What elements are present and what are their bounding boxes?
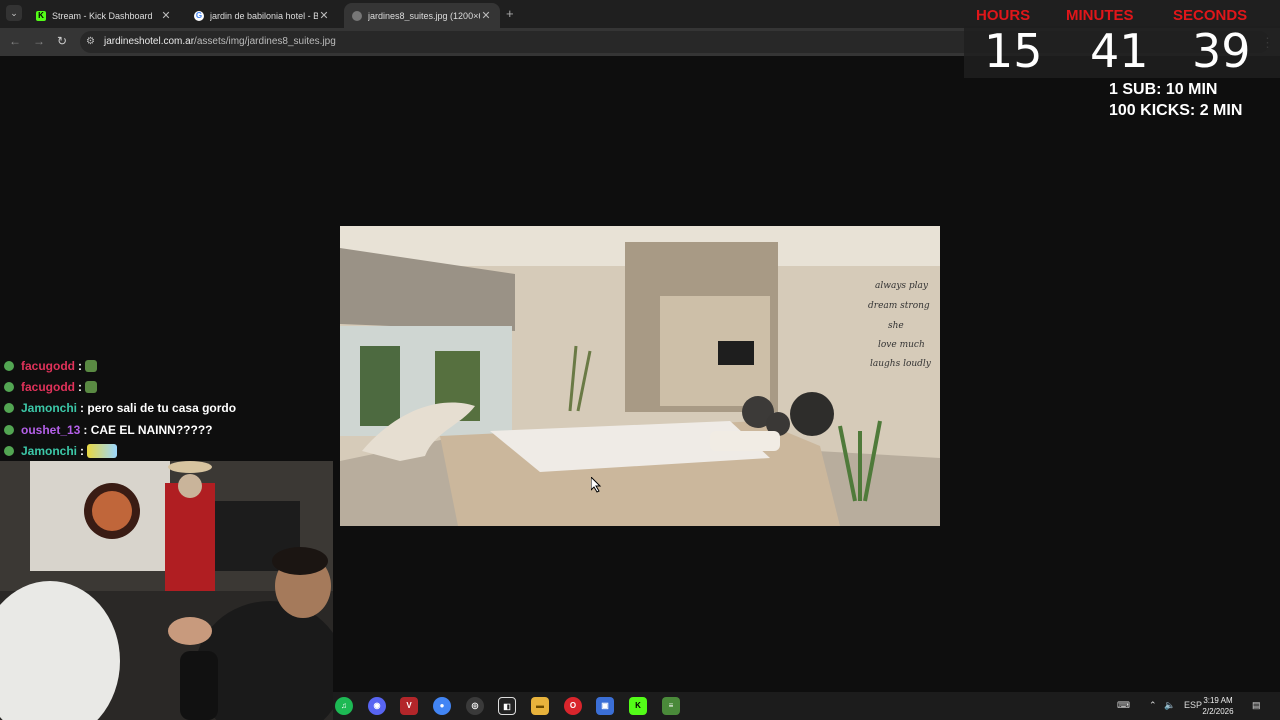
- close-icon[interactable]: ✕: [160, 9, 172, 22]
- voicemeeter-icon[interactable]: V: [400, 697, 418, 715]
- chat-separator: :: [78, 358, 82, 373]
- kicks-rule: 100 KICKS: 2 MIN: [1109, 102, 1243, 119]
- discord-icon[interactable]: ◉: [368, 697, 386, 715]
- forward-icon[interactable]: →: [33, 34, 45, 48]
- wide-emote: [87, 443, 118, 458]
- hours-label: HOURS: [976, 7, 1031, 24]
- new-tab-button[interactable]: +: [506, 6, 514, 21]
- tab-search-icon[interactable]: ⌄: [6, 5, 22, 21]
- chat-username: facugodd: [21, 358, 75, 373]
- google-icon: G: [194, 10, 204, 21]
- system-clock[interactable]: 3:19 AM 2/2/2026: [1197, 695, 1239, 717]
- keyboard-icon[interactable]: ⌨: [1117, 700, 1130, 711]
- chat-separator: :: [83, 422, 88, 437]
- hotel-suite-image: always play dream strong she love much l…: [340, 226, 940, 526]
- chat-username: Jamonchi: [21, 443, 78, 458]
- app-icon[interactable]: ▣: [596, 697, 614, 715]
- wall-text: laughs loudly: [870, 359, 931, 369]
- capcut-icon[interactable]: ◧: [498, 697, 516, 715]
- hours-value: 15: [984, 24, 1043, 78]
- opera-icon[interactable]: O: [564, 697, 582, 715]
- user-badge-icon: [4, 381, 14, 392]
- chrome-icon[interactable]: ●: [433, 697, 451, 715]
- webcam-drawing: [0, 461, 333, 720]
- chat-separator: :: [80, 443, 85, 458]
- file-explorer-icon[interactable]: ▬: [531, 697, 549, 715]
- site-info-icon[interactable]: ⚙: [86, 36, 95, 47]
- user-badge-icon: [4, 360, 14, 371]
- wall-text: always play: [875, 281, 928, 291]
- user-badge-icon: [4, 403, 14, 414]
- url-text[interactable]: jardineshotel.com.ar/assets/img/jardines…: [104, 36, 336, 47]
- tab-title: Stream - Kick Dashboard: [52, 10, 153, 21]
- chat-message: Jamonchi : pero sali de tu casa gordo: [0, 398, 335, 419]
- close-icon[interactable]: ✕: [480, 9, 492, 22]
- chevron-up-icon[interactable]: ⌃: [1149, 700, 1157, 711]
- user-badge-icon: [4, 445, 14, 456]
- clock-time: 3:19 AM: [1203, 696, 1233, 705]
- spotify-icon[interactable]: ♫: [335, 697, 353, 715]
- tab-title: jardines8_suites.jpg (1200×600): [368, 10, 480, 21]
- mouse-cursor-icon: [591, 477, 602, 493]
- wall-text: love much: [878, 340, 925, 350]
- minutes-value: 41: [1090, 24, 1149, 78]
- wall-text: dream strong: [868, 301, 930, 311]
- chat-text: CAE EL NAINN?????: [90, 422, 213, 437]
- chat-separator: :: [80, 401, 85, 416]
- taskbar: ♫ ◉ V ● ◎ ◧ ▬ O ▣ K ≡ ⌨ ⌃ 🔈 ESP ▤: [333, 692, 1280, 720]
- chat-message: facugodd :: [0, 355, 335, 376]
- plant-emote: [85, 359, 98, 372]
- stream-chat: facugodd : facugodd : Jamonchi : pero sa…: [0, 355, 335, 461]
- stack-icon[interactable]: ≡: [662, 697, 680, 715]
- obs-icon[interactable]: ◎: [466, 697, 484, 715]
- chat-message: Jamonchi :: [0, 440, 335, 461]
- seconds-label: SECONDS: [1173, 7, 1248, 24]
- close-icon[interactable]: ✕: [318, 9, 330, 22]
- url-path: /assets/img/jardines8_suites.jpg: [194, 36, 336, 47]
- seconds-value: 39: [1192, 24, 1251, 78]
- kick-icon[interactable]: K: [629, 697, 647, 715]
- sub-rule: 1 SUB: 10 MIN: [1109, 81, 1218, 98]
- chat-text: pero sali de tu casa gordo: [87, 401, 237, 416]
- tab-title: jardin de babilonia hotel - Busc: [210, 10, 318, 21]
- user-badge-icon: [4, 424, 14, 435]
- url-host: jardineshotel.com.ar: [104, 36, 195, 47]
- kick-icon: K: [36, 10, 46, 21]
- reload-icon[interactable]: ↻: [57, 34, 67, 48]
- speaker-icon[interactable]: 🔈: [1164, 700, 1175, 711]
- chat-username: facugodd: [21, 379, 75, 394]
- chat-message: oushet_13 : CAE EL NAINN?????: [0, 419, 335, 440]
- hotel-suite-drawing: [340, 226, 940, 526]
- chat-message: facugodd :: [0, 376, 335, 397]
- subathon-timer: HOURS MINUTES SECONDS 15 41 39 1 SUB: 10…: [964, 0, 1280, 125]
- tab-kick-dashboard[interactable]: K Stream - Kick Dashboard ✕: [28, 3, 180, 28]
- minutes-label: MINUTES: [1066, 7, 1134, 24]
- wall-text: she: [888, 321, 904, 331]
- plant-emote: [85, 380, 98, 393]
- tab-image[interactable]: jardines8_suites.jpg (1200×600) ✕: [344, 3, 500, 28]
- back-icon[interactable]: ←: [9, 34, 21, 48]
- webcam-feed: [0, 461, 333, 720]
- notification-icon[interactable]: ▤: [1252, 700, 1261, 711]
- chat-separator: :: [78, 379, 82, 394]
- chat-username: Jamonchi: [21, 401, 78, 416]
- clock-date: 2/2/2026: [1202, 707, 1234, 716]
- tab-google-search[interactable]: G jardin de babilonia hotel - Busc ✕: [186, 3, 338, 28]
- chat-username: oushet_13: [21, 422, 81, 437]
- globe-icon: [352, 10, 362, 21]
